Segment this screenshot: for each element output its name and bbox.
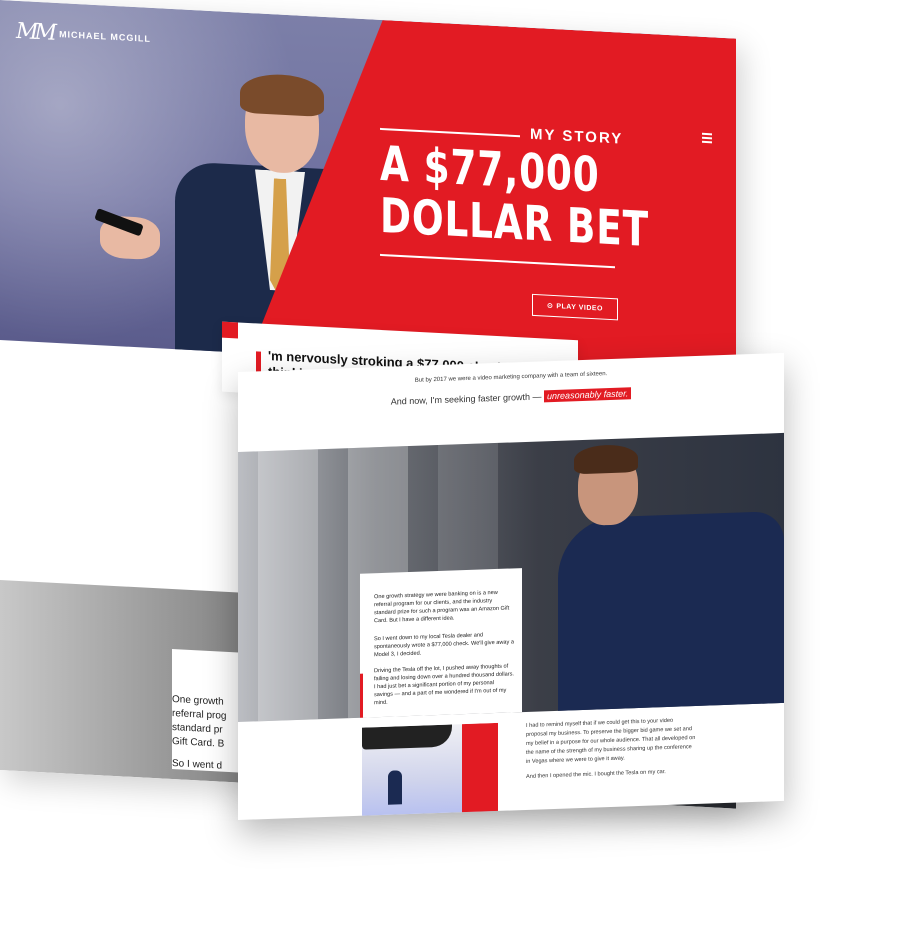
man-jacket — [558, 510, 784, 719]
growth-prefix: And now, I'm seeking faster growth — — [390, 391, 542, 407]
play-video-button[interactable]: ⊙ PLAY VIDEO — [532, 293, 618, 321]
growth-statement: And now, I'm seeking faster growth — unr… — [238, 383, 784, 412]
monogram: MM — [16, 18, 54, 46]
play-video-label: PLAY VIDEO — [556, 302, 603, 313]
window-pane — [258, 449, 318, 722]
body-paragraph-1: I had to remind myself that if we could … — [526, 717, 696, 765]
play-circle-icon: ⊙ — [546, 302, 554, 311]
card-paragraph-1: One growth strategy we were banking on i… — [374, 589, 510, 625]
card-accent-bar — [360, 673, 363, 722]
story-photo: One growth strategy we were banking on i… — [238, 432, 784, 722]
story-card: One growth strategy we were banking on i… — [360, 568, 522, 722]
front-screen: But by 2017 we were a video marketing co… — [238, 352, 784, 820]
hamburger-menu-icon[interactable] — [702, 132, 712, 146]
red-corner-accent — [222, 321, 238, 339]
red-accent-block — [462, 722, 498, 815]
growth-highlight: unreasonably faster. — [544, 387, 632, 403]
man-hair — [574, 444, 638, 475]
hero-section: MM MICHAEL MCGILL MY STORY A $77,000 DOL… — [0, 0, 736, 379]
body-paragraph-2: And then I opened the mic. I bought the … — [526, 769, 666, 780]
card-paragraph-2: So I went down to my local Tesla dealer … — [374, 632, 514, 659]
speaker-hair — [240, 72, 324, 117]
story-body: I had to remind myself that if we could … — [526, 716, 696, 788]
stage-thumbnail — [362, 722, 498, 818]
tesla-car — [362, 724, 452, 750]
stage-speaker — [388, 770, 402, 805]
brand-name: MICHAEL MCGILL — [59, 28, 151, 44]
card-paragraph-3: Driving the Tesla off the lot, I pushed … — [374, 663, 514, 707]
hero-headline: A $77,000 DOLLAR BET — [380, 136, 649, 258]
